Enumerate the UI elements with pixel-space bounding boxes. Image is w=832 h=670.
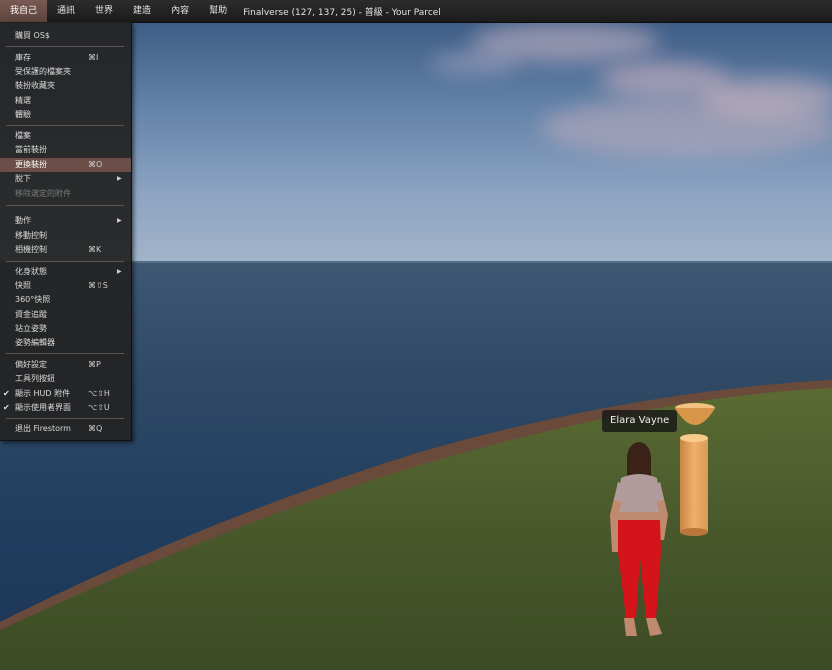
menu-separator: [6, 261, 124, 262]
menu-bar: 我自己 通訊 世界 建造 內容 幫助 Finalverse (127, 137,…: [0, 0, 832, 23]
menu-item-remove-attachment[interactable]: 移除選定的附件: [0, 187, 131, 201]
menu-build[interactable]: 建造: [123, 0, 161, 22]
menu-item-change-outfit[interactable]: 更換裝扮 ⌘O: [0, 158, 131, 172]
menu-item-show-hud[interactable]: ✔ 顯示 HUD 附件 ⌥⇧H: [0, 387, 131, 401]
submenu-arrow-icon: ▶: [117, 217, 122, 224]
menu-item-avatar-health[interactable]: 化身狀態 ▶: [0, 265, 131, 279]
menu-item-shortcut: ⌘P: [88, 360, 101, 369]
menu-item-pose-editor[interactable]: 姿勢編輯器: [0, 336, 131, 350]
menu-item-stand-pose[interactable]: 站立姿勢: [0, 322, 131, 336]
menu-item-label: 資金追蹤: [15, 310, 47, 319]
menu-item-label: 更換裝扮: [15, 160, 47, 169]
menu-item-preferences[interactable]: 偏好設定 ⌘P: [0, 358, 131, 372]
location-readout[interactable]: Finalverse (127, 137, 25) - 普級 - Your Pa…: [243, 5, 441, 18]
menu-item-label: 站立姿勢: [15, 324, 47, 333]
menu-item-label: 顯示使用者界面: [15, 403, 71, 412]
avatar[interactable]: [604, 440, 674, 640]
menu-item-inventory[interactable]: 庫存 ⌘I: [0, 51, 131, 65]
menu-item-label: 退出 Firestorm: [15, 424, 71, 433]
menu-separator: [6, 46, 124, 47]
wooden-bowl: [675, 403, 715, 425]
menu-item-show-ui[interactable]: ✔ 顯示使用者界面 ⌥⇧U: [0, 401, 131, 415]
menu-item-camera-controls[interactable]: 相機控制 ⌘K: [0, 243, 131, 257]
menu-item-shortcut: ⌘I: [88, 53, 99, 62]
checkmark-icon: ✔: [3, 403, 10, 412]
menu-me[interactable]: 我自己: [0, 0, 48, 22]
menu-item-buy-currency[interactable]: 購買 OS$: [0, 29, 131, 43]
menu-comm[interactable]: 通訊: [47, 0, 85, 22]
menu-item-current-outfit[interactable]: 當前裝扮: [0, 143, 131, 157]
menu-item-360-snapshot[interactable]: 360°快照: [0, 293, 131, 307]
menu-item-label: 移除選定的附件: [15, 189, 71, 198]
menu-item-experiences[interactable]: 體驗: [0, 108, 131, 122]
menu-item-shortcut: ⌘K: [88, 245, 102, 254]
avatar-nametag: Elara Vayne: [602, 410, 678, 432]
menu-item-quit[interactable]: 退出 Firestorm ⌘Q: [0, 422, 131, 436]
menu-world[interactable]: 世界: [85, 0, 123, 22]
menu-item-shortcut: ⌥⇧U: [88, 403, 110, 412]
menu-item-label: 移動控制: [15, 231, 47, 240]
menu-help[interactable]: 幫助: [199, 0, 237, 22]
menu-item-picks[interactable]: 精選: [0, 94, 131, 108]
menu-item-label: 體驗: [15, 110, 31, 119]
menu-item-label: 顯示 HUD 附件: [15, 389, 71, 398]
menu-item-shortcut: ⌥⇧H: [88, 389, 110, 398]
menu-item-protected-folders[interactable]: 受保護的檔案夾: [0, 65, 131, 79]
submenu-arrow-icon: ▶: [117, 175, 122, 182]
me-dropdown-menu: 購買 OS$ 庫存 ⌘I 受保護的檔案夾 裝扮收藏夾 精選 體驗 檔案 當前裝扮…: [0, 22, 132, 441]
menu-item-label: 精選: [15, 96, 31, 105]
menu-item-snapshot[interactable]: 快照 ⌘⇧S: [0, 279, 131, 293]
menu-item-move-controls[interactable]: 移動控制: [0, 229, 131, 243]
menu-item-label: 化身狀態: [15, 267, 47, 276]
menu-item-movement[interactable]: 動作 ▶: [0, 214, 131, 228]
menu-item-label: 快照: [15, 281, 31, 290]
menu-item-take-off[interactable]: 脫下 ▶: [0, 172, 131, 186]
menu-item-shortcut: ⌘O: [88, 160, 103, 169]
menu-item-label: 裝扮收藏夾: [15, 81, 55, 90]
menu-item-label: 工具列按鈕: [15, 374, 55, 383]
menu-item-label: 動作: [15, 216, 31, 225]
menu-item-label: 偏好設定: [15, 360, 47, 369]
menu-content[interactable]: 內容: [161, 0, 199, 22]
menu-item-shortcut: ⌘Q: [88, 424, 103, 433]
menu-separator: [6, 418, 124, 419]
menu-item-outfit-gallery[interactable]: 裝扮收藏夾: [0, 79, 131, 93]
menu-item-toolbar-buttons[interactable]: 工具列按鈕: [0, 372, 131, 386]
menu-item-label: 受保護的檔案夾: [15, 67, 71, 76]
wooden-pillar: [680, 434, 708, 536]
menu-separator: [6, 205, 124, 206]
menu-separator: [6, 353, 124, 354]
menu-item-label: 姿勢編輯器: [15, 338, 55, 347]
menu-item-label: 購買 OS$: [15, 31, 51, 40]
menu-item-label: 檔案: [15, 131, 31, 140]
submenu-arrow-icon: ▶: [117, 268, 122, 275]
menu-item-label: 庫存: [15, 53, 31, 62]
menu-separator: [6, 125, 124, 126]
menu-item-label: 360°快照: [15, 295, 51, 304]
menu-item-label: 當前裝扮: [15, 145, 47, 154]
menu-item-profile[interactable]: 檔案: [0, 129, 131, 143]
menu-item-label: 相機控制: [15, 245, 47, 254]
menu-item-shortcut: ⌘⇧S: [88, 281, 108, 290]
menu-item-label: 脫下: [15, 174, 31, 183]
checkmark-icon: ✔: [3, 389, 10, 398]
menu-item-money-tracker[interactable]: 資金追蹤: [0, 308, 131, 322]
